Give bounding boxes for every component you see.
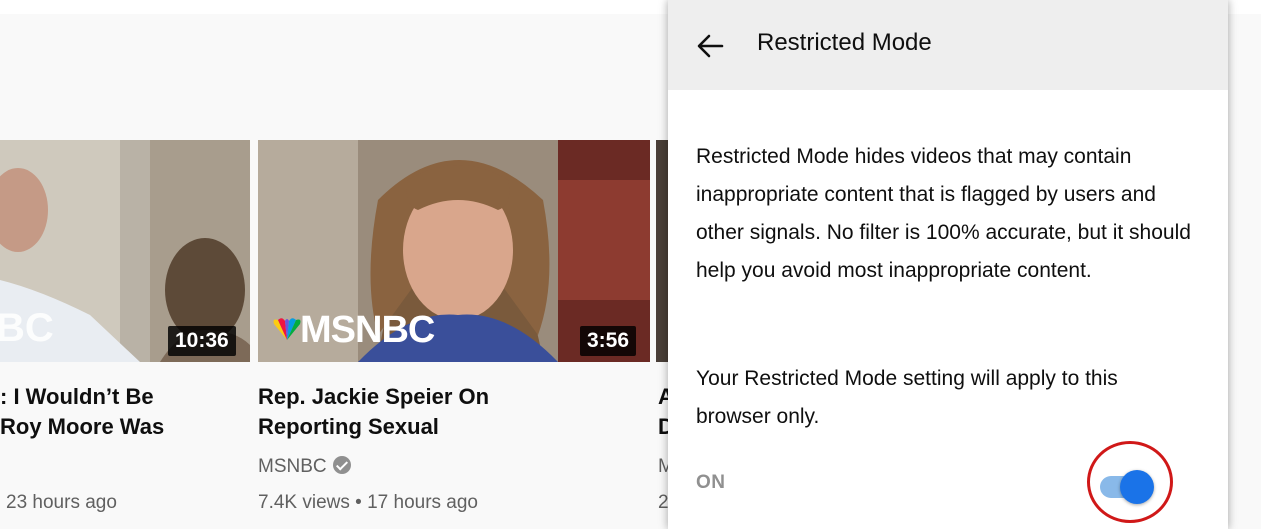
video-thumbnail[interactable] [656,140,668,362]
video-thumbnail[interactable]: BC 10:36 [0,140,250,362]
channel-logo-overlay: MSNBC [300,309,435,351]
restricted-mode-note: Your Restricted Mode setting will apply … [696,367,1118,428]
channel-name[interactable]: MSNBC [258,456,327,477]
channel-name-row[interactable]: MSNBC [258,456,351,478]
restricted-mode-panel: Restricted Mode Restricted Mode hides vi… [668,0,1228,529]
panel-title: Restricted Mode [757,29,932,56]
channel-logo-overlay: BC [0,306,54,350]
arrow-back-icon [697,34,724,58]
video-duration: 10:36 [168,326,236,356]
video-thumbnail[interactable]: MSNBC 3:56 [258,140,650,362]
peacock-icon [272,318,302,340]
video-title[interactable]: Rep. Jackie Speier On Reporting Sexual [258,382,489,442]
video-meta: 23 hours ago [6,492,117,513]
panel-header: Restricted Mode [668,0,1228,90]
video-title[interactable]: : I Wouldn’t Be Roy Moore Was [0,382,164,442]
video-meta: 2 [658,492,669,513]
toggle-knob [1120,470,1154,504]
restricted-mode-toggle[interactable] [1096,470,1156,504]
video-meta: 7.4K views • 17 hours ago [258,492,479,513]
video-duration: 3:56 [580,326,637,356]
toggle-state-label: ON [696,472,726,493]
back-button[interactable] [692,28,728,64]
verified-badge-icon [332,456,351,474]
restricted-mode-description: Restricted Mode hides videos that may co… [696,145,1191,282]
